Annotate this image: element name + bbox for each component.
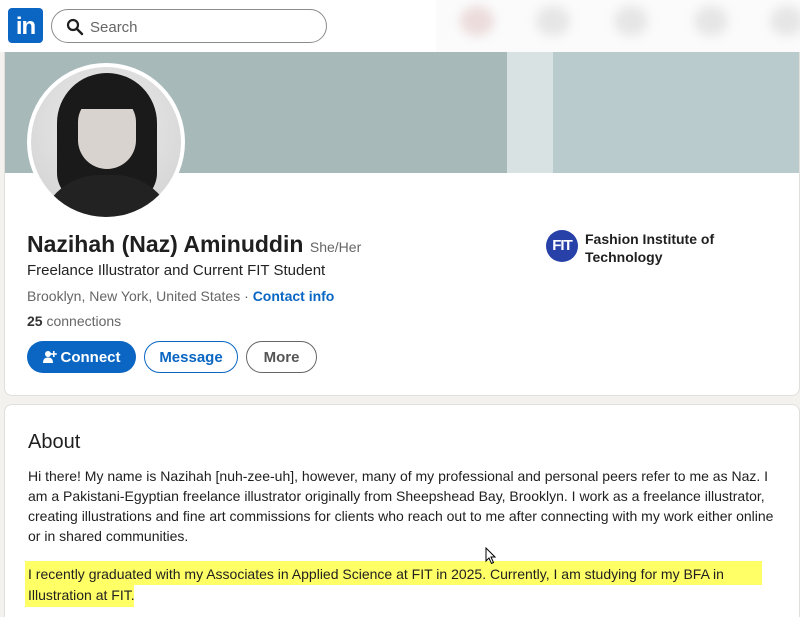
nav-item-icon[interactable] — [614, 6, 648, 36]
connections-number: 25 — [27, 313, 43, 329]
about-heading: About — [28, 431, 81, 453]
profile-name: Nazihah (Naz) Aminuddin — [27, 231, 304, 257]
add-person-icon — [42, 351, 57, 363]
search-box[interactable] — [51, 9, 327, 43]
nav-item-icon[interactable] — [770, 6, 800, 36]
mouse-cursor-icon — [485, 547, 497, 565]
nav-item-icon[interactable] — [536, 6, 570, 36]
pronouns: She/Her — [309, 239, 362, 255]
separator: · — [240, 288, 253, 304]
banner-shape — [185, 52, 505, 173]
search-input[interactable] — [90, 16, 310, 38]
about-section: About Hi there! My name is Nazihah [nuh-… — [4, 404, 800, 617]
profile-name-row: Nazihah (Naz) Aminuddin She/Her — [27, 231, 361, 258]
nav-item-icon[interactable] — [694, 6, 728, 36]
top-nav-bar: in — [0, 0, 800, 52]
education-name: Fashion Institute of Technology — [585, 231, 715, 265]
fit-logo-icon: FIT — [546, 230, 578, 262]
search-icon — [66, 18, 84, 36]
more-button[interactable]: More — [246, 341, 317, 373]
connections-label: connections — [42, 313, 122, 329]
connect-label: Connect — [60, 348, 121, 366]
location-text: Brooklyn, New York, United States — [27, 288, 241, 304]
profile-location-row: Brooklyn, New York, United States · Cont… — [27, 288, 334, 304]
banner-stripe — [507, 52, 553, 173]
nav-item-icon[interactable] — [460, 6, 494, 36]
connect-button[interactable]: Connect — [27, 341, 136, 373]
profile-headline: Freelance Illustrator and Current FIT St… — [27, 262, 326, 279]
about-paragraph: Hi there! My name is Nazihah [nuh-zee-uh… — [28, 468, 774, 544]
profile-photo[interactable] — [27, 63, 185, 221]
linkedin-logo[interactable]: in — [8, 8, 43, 43]
banner-panel — [553, 52, 799, 173]
contact-info-link[interactable]: Contact info — [253, 288, 335, 304]
about-paragraph-highlighted: I recently graduated with my Associates … — [28, 566, 724, 603]
nav-icons-blurred — [436, 0, 800, 52]
message-button[interactable]: Message — [144, 341, 238, 373]
connections-count[interactable]: 25 connections — [27, 313, 121, 329]
